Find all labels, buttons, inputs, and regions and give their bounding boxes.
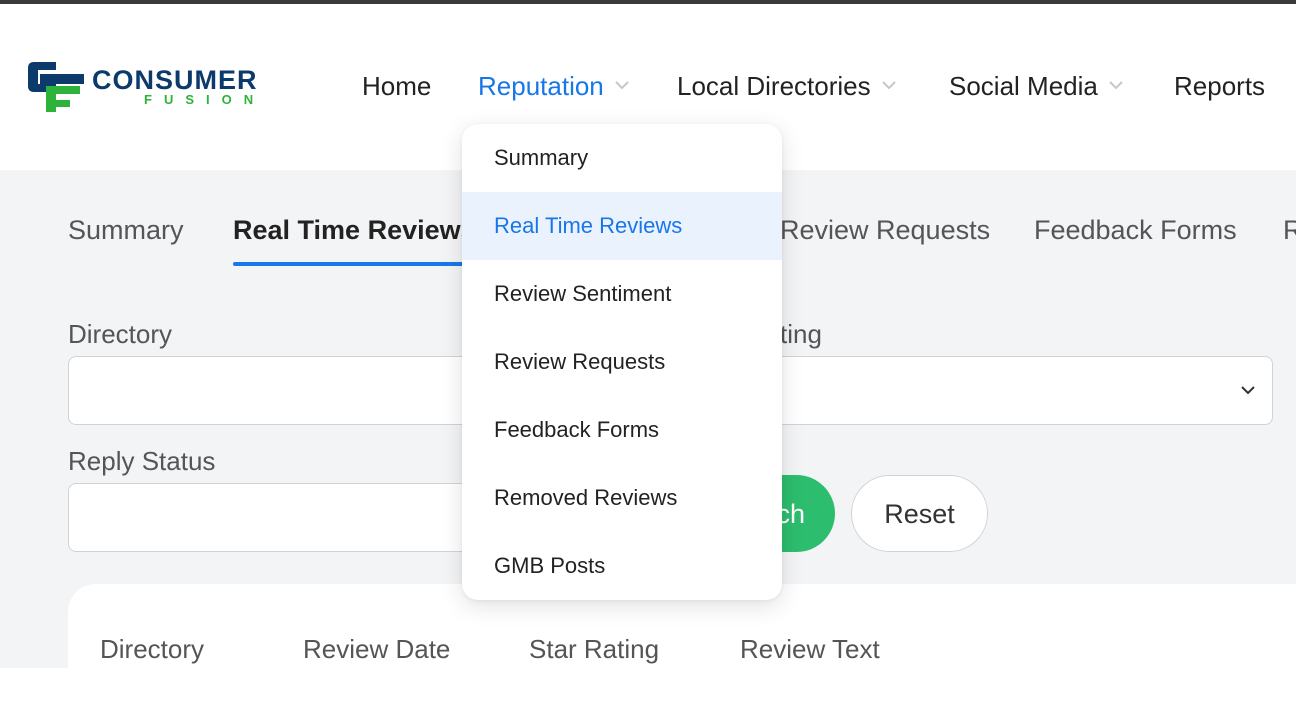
active-tab-indicator [233, 262, 473, 266]
logo-name: CONSUMER [92, 65, 258, 95]
nav-local-directories[interactable]: Local Directories [677, 68, 897, 104]
chevron-down-icon [881, 81, 896, 90]
menu-item-summary[interactable]: Summary [462, 124, 782, 192]
reply-status-label: Reply Status [68, 446, 216, 476]
consumer-fusion-logo[interactable]: CONSUMER FUSION [26, 60, 306, 120]
column-header-star-rating[interactable]: Star Rating [529, 632, 659, 666]
tab-review-requests[interactable]: Review Requests [780, 212, 990, 248]
reset-button[interactable]: Reset [851, 475, 988, 552]
nav-local-directories-label: Local Directories [677, 71, 871, 101]
tab-real-time-reviews[interactable]: Real Time Reviews [233, 212, 476, 248]
rating-select[interactable] [760, 356, 1273, 425]
chevron-down-icon [1109, 81, 1123, 90]
tab-feedback-forms[interactable]: Feedback Forms [1034, 212, 1237, 248]
logo-tagline: FUSION [144, 92, 266, 107]
nav-home[interactable]: Home [362, 68, 431, 104]
directory-label: Directory [68, 319, 173, 349]
column-header-directory[interactable]: Directory [100, 632, 204, 666]
nav-reputation-label: Reputation [478, 71, 604, 101]
nav-social-media[interactable]: Social Media [949, 68, 1124, 104]
column-header-review-date[interactable]: Review Date [303, 632, 450, 666]
menu-item-real-time-reviews[interactable]: Real Time Reviews [462, 192, 782, 260]
directory-select[interactable] [68, 356, 478, 425]
column-header-review-text[interactable]: Review Text [740, 632, 880, 666]
nav-reputation[interactable]: Reputation [478, 68, 630, 104]
menu-item-removed-reviews[interactable]: Removed Reviews [462, 464, 782, 532]
logo-mark-icon [28, 62, 84, 112]
chevron-down-icon [1241, 386, 1255, 395]
reputation-dropdown-menu: Summary Real Time Reviews Review Sentime… [462, 124, 782, 600]
reviews-table: Directory Review Date Star Rating Review… [68, 584, 1296, 704]
rating-label: ting [780, 319, 822, 349]
nav-reports-label: Reports [1174, 71, 1266, 101]
nav-home-label: Home [362, 71, 432, 101]
menu-item-gmb-posts[interactable]: GMB Posts [462, 532, 782, 600]
menu-item-review-requests[interactable]: Review Requests [462, 328, 782, 396]
reply-status-select[interactable] [68, 483, 478, 552]
nav-social-media-label: Social Media [949, 71, 1098, 101]
nav-reports[interactable]: Reports [1174, 68, 1265, 104]
chevron-down-icon [615, 81, 629, 90]
menu-item-review-sentiment[interactable]: Review Sentiment [462, 260, 782, 328]
tab-summary[interactable]: Summary [68, 212, 184, 248]
tab-overflow[interactable]: R [1283, 212, 1296, 248]
menu-item-feedback-forms[interactable]: Feedback Forms [462, 396, 782, 464]
